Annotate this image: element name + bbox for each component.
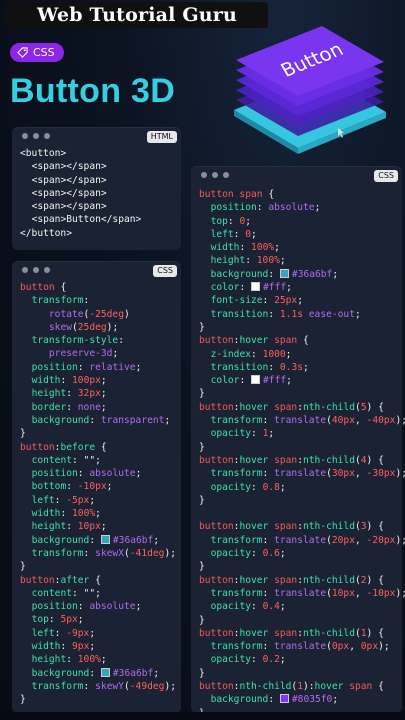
html-badge: HTML [146,131,177,143]
tag-icon [17,47,28,58]
window-dots [22,133,50,139]
window-dots [201,172,229,178]
html-code: <button> <span></span> <span></span> <sp… [20,148,142,239]
site-title: Web Tutorial Guru [6,2,268,28]
css-tag[interactable]: CSS [10,43,64,62]
css-badge-left: CSS [153,265,177,277]
css-badge-right: CSS [374,170,398,182]
window-dots [22,267,50,273]
page-title: Button 3D [10,72,176,110]
css-code-right: button span { position: absolute; top: 0… [199,189,405,719]
bottom-bar [0,712,405,720]
html-code-panel: HTML <button> <span></span> <span></span… [12,127,181,250]
css-code-panel-right: CSS button span { position: absolute; to… [191,166,405,719]
css-code-left: button { transform: rotate(-25deg) skew(… [20,282,176,706]
css-code-panel-left: CSS button { transform: rotate(-25deg) s… [12,261,181,713]
tag-label: CSS [33,46,55,59]
3d-button-illustration: Button [234,26,386,154]
